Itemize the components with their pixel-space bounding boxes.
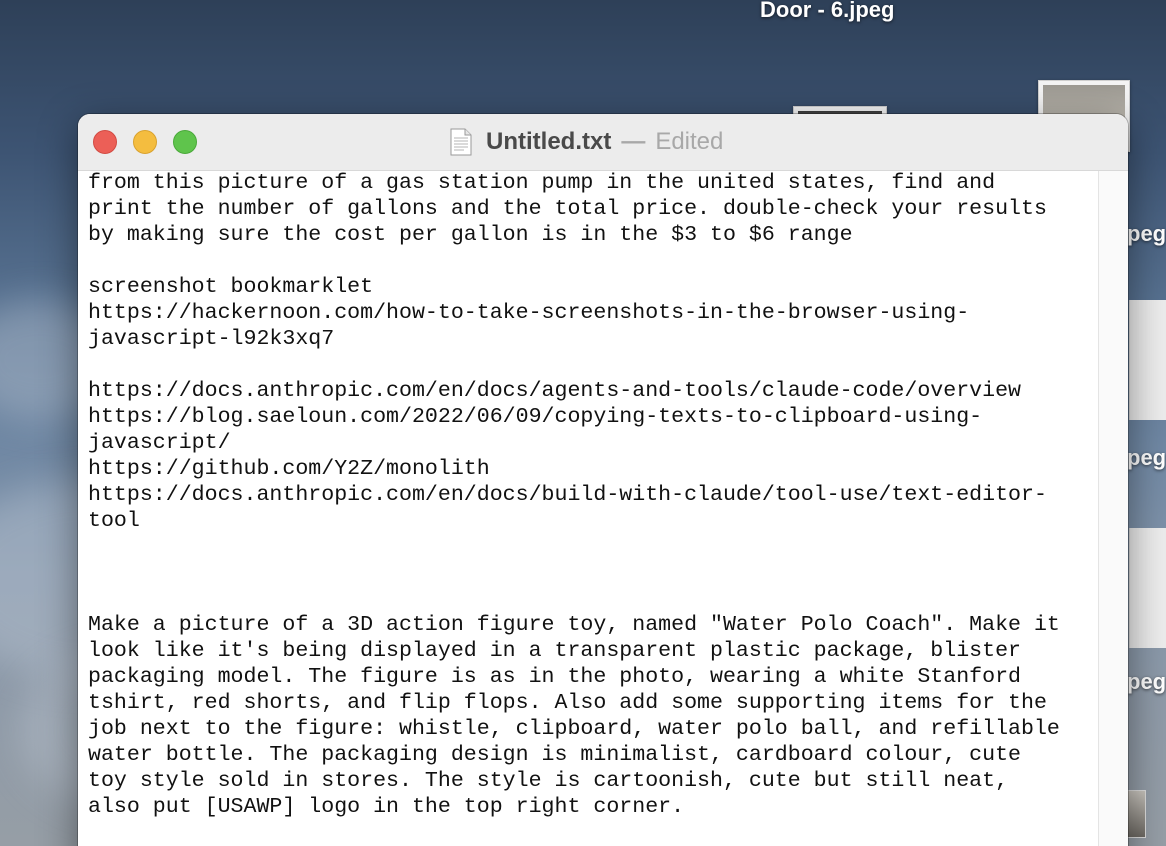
text-line[interactable]: https://blog.saeloun.com/2022/06/09/copy… [88, 405, 982, 429]
text-line[interactable]: https://docs.anthropic.com/en/docs/agent… [88, 379, 1021, 403]
text-line[interactable]: javascript/ [88, 431, 231, 455]
window-titlebar[interactable]: Untitled.txt — Edited [78, 114, 1128, 171]
close-button[interactable] [93, 130, 117, 154]
textedit-window: Untitled.txt — Edited from this picture … [78, 114, 1128, 846]
edited-status[interactable]: Edited [655, 128, 723, 156]
text-line[interactable]: tshirt, red shorts, and flip flops. Also… [88, 691, 1047, 715]
text-line[interactable]: water bottle. The packaging design is mi… [88, 743, 1021, 767]
text-line[interactable]: https://github.com/Y2Z/monolith [88, 457, 490, 481]
text-line[interactable]: https://docs.anthropic.com/en/docs/build… [88, 483, 1047, 507]
text-line[interactable]: by making sure the cost per gallon is in… [88, 223, 853, 247]
text-line[interactable]: packaging model. The figure is as in the… [88, 665, 1021, 689]
text-editor[interactable]: from this picture of a gas station pump … [78, 171, 1098, 846]
window-title: Untitled.txt — Edited [450, 126, 723, 158]
desktop-file-thumbnail[interactable] [1129, 528, 1166, 648]
text-line[interactable]: screenshot bookmarklet [88, 275, 373, 299]
text-line[interactable]: https://hackernoon.com/how-to-take-scree… [88, 301, 969, 325]
desktop-file-label[interactable]: Door - 6.jpeg [760, 0, 894, 23]
desktop-file-label[interactable]: peg [1127, 669, 1166, 695]
desktop-file-label[interactable]: peg [1127, 221, 1166, 247]
minimize-button[interactable] [133, 130, 157, 154]
text-line[interactable]: also put [USAWP] logo in the top right c… [88, 795, 684, 819]
document-name[interactable]: Untitled.txt [486, 128, 611, 156]
text-line[interactable]: job next to the figure: whistle, clipboa… [88, 717, 1060, 741]
title-separator: — [621, 128, 646, 155]
text-line[interactable]: print the number of gallons and the tota… [88, 197, 1047, 221]
text-line[interactable]: toy style sold in stores. The style is c… [88, 769, 1008, 793]
text-line[interactable]: from this picture of a gas station pump … [88, 171, 995, 195]
maximize-button[interactable] [173, 130, 197, 154]
desktop-file-thumbnail[interactable] [1129, 300, 1166, 420]
text-line[interactable]: Make a picture of a 3D action figure toy… [88, 613, 1060, 637]
document-body[interactable]: from this picture of a gas station pump … [88, 171, 1060, 820]
text-document-icon[interactable] [450, 128, 472, 156]
vertical-scrollbar[interactable] [1098, 171, 1128, 846]
text-line[interactable]: look like it's being displayed in a tran… [88, 639, 1021, 663]
text-line[interactable]: javascript-l92k3xq7 [88, 327, 334, 351]
desktop-file-label[interactable]: peg [1127, 445, 1166, 471]
text-line[interactable]: tool [88, 509, 140, 533]
